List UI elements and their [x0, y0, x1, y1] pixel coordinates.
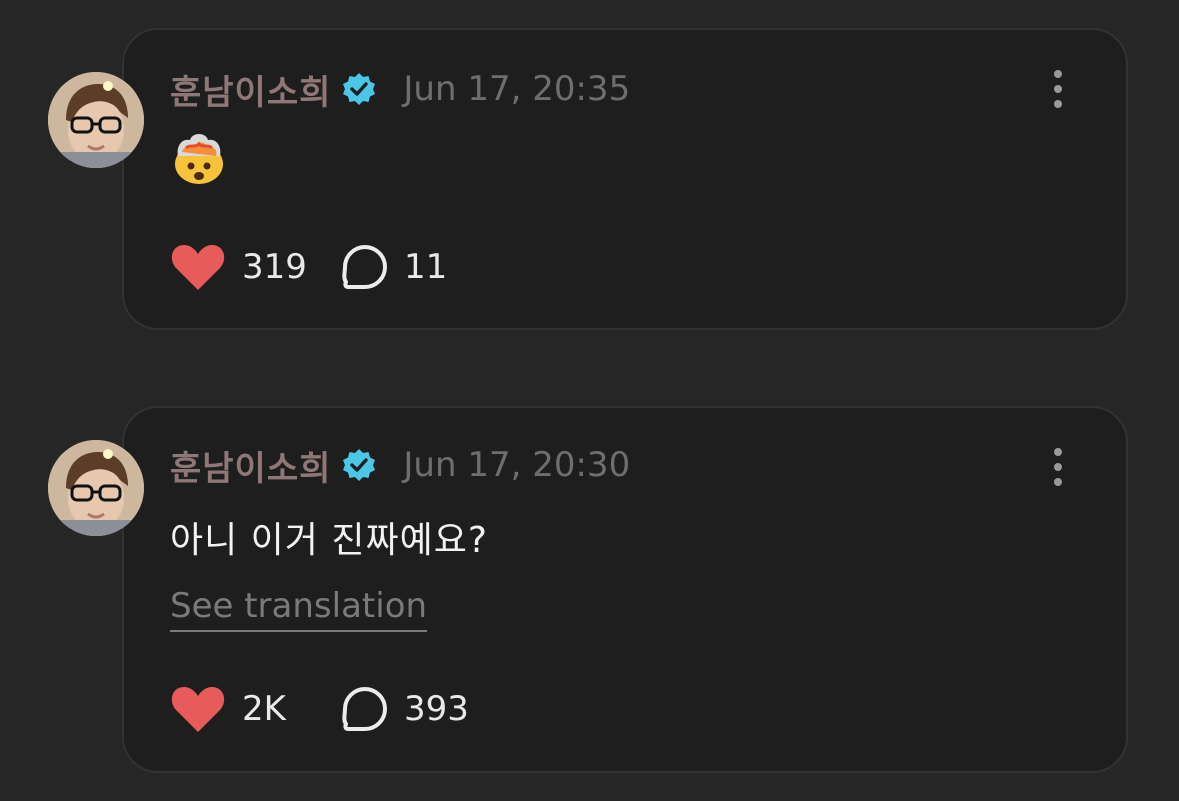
username[interactable]: 훈남이소희 — [170, 65, 331, 114]
post-actions: 319 11 — [170, 240, 447, 294]
post-text: 아니 이거 진짜예요? — [170, 520, 488, 561]
reply-bubble-icon[interactable] — [340, 242, 390, 292]
avatar[interactable] — [48, 72, 144, 168]
more-options-icon[interactable] — [1046, 66, 1070, 112]
heart-icon[interactable] — [170, 242, 226, 292]
post-item[interactable]: 훈남이소희 Jun 17, 20:35 319 11 — [0, 0, 1179, 340]
verified-badge-icon — [343, 73, 376, 105]
post-actions: 2K 393 — [170, 682, 469, 736]
heart-icon[interactable] — [170, 684, 226, 734]
post-item[interactable]: 훈남이소희 Jun 17, 20:30 아니 이거 진짜예요? See tran… — [0, 378, 1179, 801]
exploding-head-emoji-icon — [175, 134, 223, 184]
feed: 훈남이소희 Jun 17, 20:35 319 11 훈남이소희 Jun 17,… — [0, 0, 1179, 801]
like-count: 319 — [242, 247, 307, 287]
post-timestamp: Jun 17, 20:35 — [403, 69, 631, 109]
more-options-icon[interactable] — [1046, 444, 1070, 490]
reply-count: 393 — [404, 689, 469, 729]
avatar[interactable] — [48, 440, 144, 536]
see-translation-link[interactable]: See translation — [170, 586, 428, 632]
reply-bubble-icon[interactable] — [340, 684, 390, 734]
post-header: 훈남이소희 Jun 17, 20:30 — [170, 440, 630, 490]
post-timestamp: Jun 17, 20:30 — [403, 445, 631, 485]
post-header: 훈남이소희 Jun 17, 20:35 — [170, 64, 630, 114]
reply-count: 11 — [404, 247, 448, 287]
like-count: 2K — [242, 689, 286, 729]
username[interactable]: 훈남이소희 — [170, 441, 331, 490]
verified-badge-icon — [343, 449, 376, 481]
